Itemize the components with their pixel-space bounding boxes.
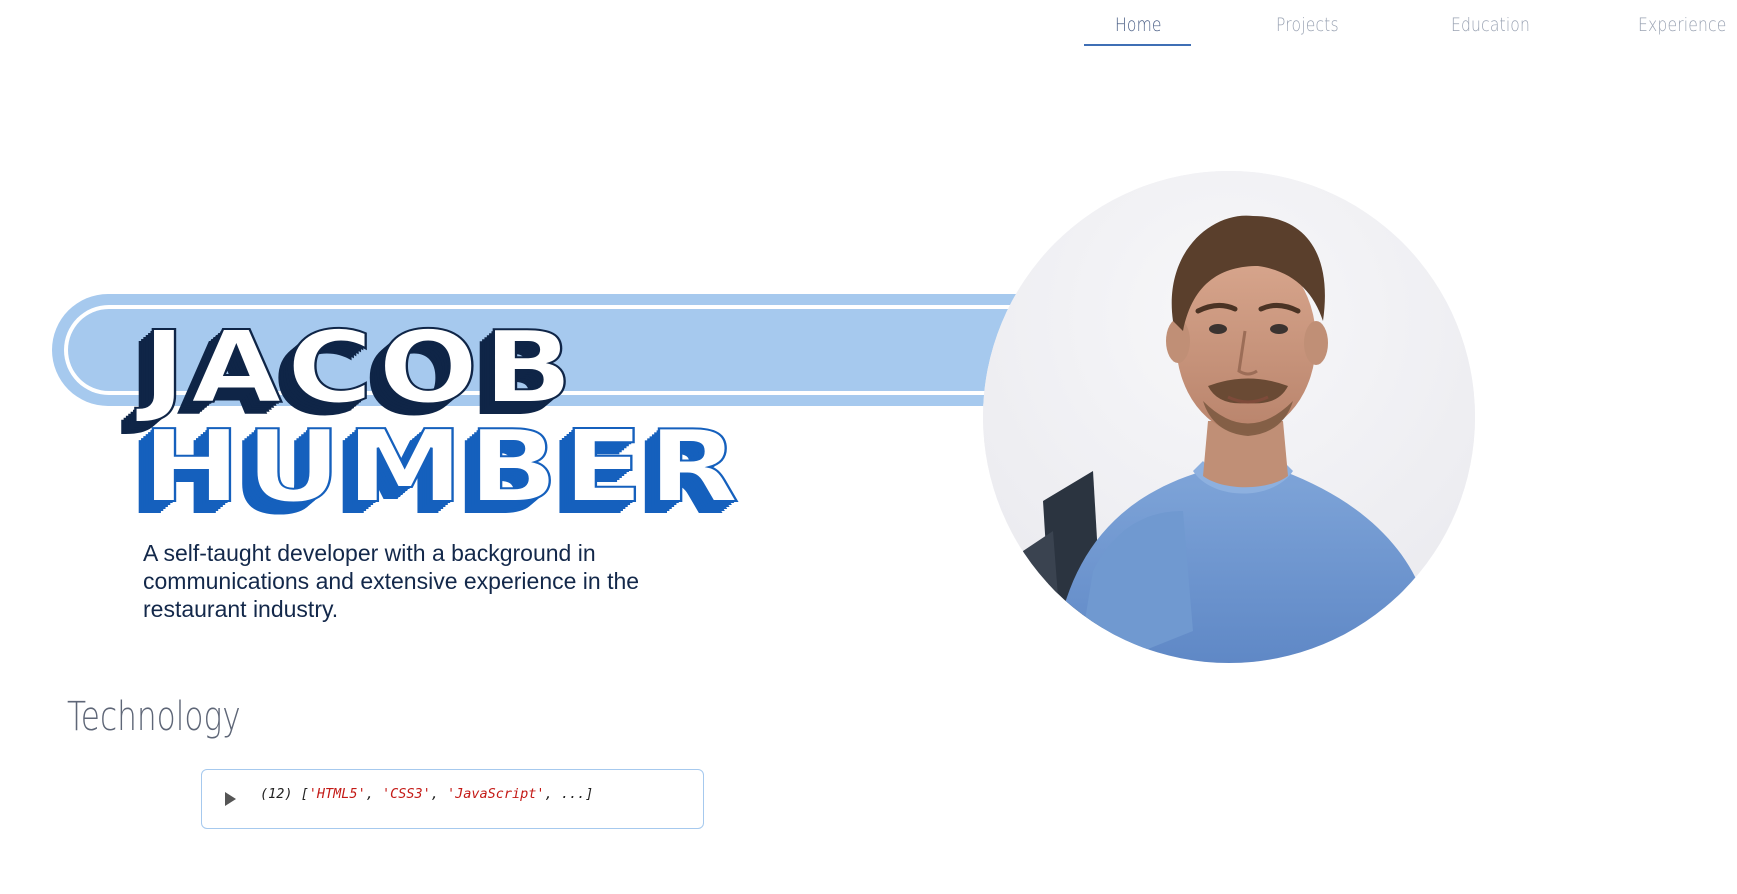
nav-education[interactable]: Education [1451, 14, 1530, 36]
array-open-bracket: [ [300, 786, 309, 802]
nav-projects[interactable]: Projects [1276, 14, 1339, 36]
profile-photo-illustration [983, 171, 1475, 663]
last-name-heading: HUMBER [141, 408, 744, 525]
array-item-html5: 'HTML5' [308, 786, 366, 802]
page: Home Projects Education Experience JACOB… [0, 0, 1737, 894]
console-array-preview: (12) ['HTML5', 'CSS3', 'JavaScript', ...… [260, 786, 593, 802]
expand-triangle-icon[interactable] [225, 792, 236, 806]
technology-heading: Technology [67, 694, 241, 740]
nav-experience[interactable]: Experience [1638, 14, 1727, 36]
array-item-css3: 'CSS3' [381, 786, 431, 802]
bio-text: A self-taught developer with a backgroun… [143, 540, 640, 622]
array-separator: , [365, 786, 382, 802]
nav-home[interactable]: Home [1115, 14, 1162, 36]
array-separator: , [430, 786, 448, 802]
profile-photo [983, 171, 1475, 663]
array-separator: , [544, 786, 561, 802]
first-name-heading: JACOB [141, 309, 578, 426]
array-ellipsis: ...] [560, 786, 594, 802]
array-count: (12) [260, 786, 293, 802]
top-nav: Home Projects Education Experience [0, 0, 1737, 60]
array-item-javascript: 'JavaScript' [447, 786, 545, 802]
technology-console-output[interactable]: (12) ['HTML5', 'CSS3', 'JavaScript', ...… [201, 769, 704, 829]
nav-active-underline [1084, 44, 1191, 46]
